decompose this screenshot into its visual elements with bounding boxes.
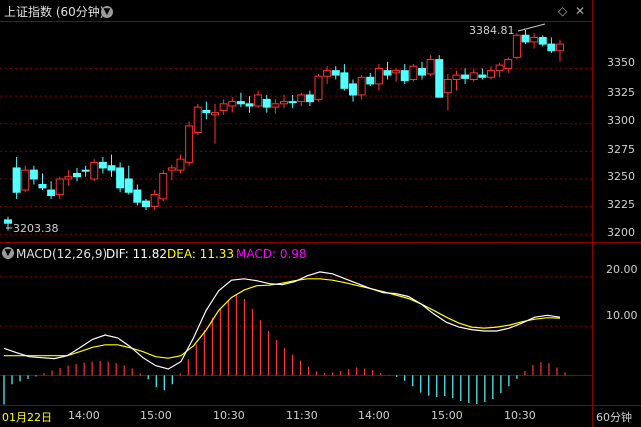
candle-body [107,165,116,171]
candle-body [409,65,418,80]
candle-body [392,70,401,74]
candle-body [487,70,495,78]
candle-body [38,184,47,189]
candle-body [547,43,556,52]
candle-body [426,59,435,75]
candle-body [521,34,530,43]
candle-body [288,101,297,104]
candle-body [176,158,185,171]
candle-body [418,67,426,76]
candle-body [254,94,263,107]
candle-body [202,109,211,114]
candle-body [366,76,375,85]
candle-body [55,178,64,195]
candle-body [297,94,306,103]
low-price-annotation: 3203.38 [13,222,59,235]
candle-body [478,74,487,78]
candle-body [305,94,314,103]
candle-body [538,36,547,45]
time-tick-label: 01月22日 [2,411,52,424]
price-tick-label: 3275 [607,143,635,156]
macd-value: MACD: 0.98 [236,247,307,261]
price-tick-label: 3250 [607,170,635,183]
candle-body [469,72,478,80]
diamond-icon[interactable]: ◇ [558,4,567,18]
candle-body [228,101,237,107]
price-tick-label: 3350 [607,56,635,69]
candle-body [452,74,461,80]
candle-body [357,76,366,96]
candle-body [167,167,176,171]
candle-body [219,103,228,111]
candle-body [340,72,349,89]
macd-tick-label: 10.00 [606,309,638,322]
candle-body [512,34,521,58]
candle-body [530,36,539,43]
time-tick-label: 15:00 [431,409,463,422]
candle-body [193,106,202,134]
chart-grid [0,0,641,427]
candle-body [81,169,90,172]
chart-title: 上证指数 (60分钟) [4,5,105,19]
dif-value: DIF: 11.82 [106,247,167,261]
candle-body [73,172,81,178]
macd-tick-label: 20.00 [606,263,638,276]
candle-body [245,103,254,107]
time-tick-label: 14:00 [68,409,100,422]
price-tick-label: 3300 [607,114,635,127]
candle-body [443,78,452,94]
candle-body [116,167,125,189]
period-label[interactable]: 60分钟 [596,409,632,425]
candle-body [461,74,470,79]
chart-background [0,0,641,427]
candle-body [504,59,513,69]
candle-body [124,178,133,193]
candle-body [262,98,271,108]
candle-body [236,101,245,105]
time-tick-label: 11:30 [286,409,318,422]
candle-body [331,70,340,76]
high-price-annotation: 3384.81 [469,24,515,37]
candle-body [495,64,504,72]
time-tick-label: 14:00 [358,409,390,422]
price-tick-label: 3225 [607,198,635,211]
dea-value: DEA: 11.33 [167,247,235,261]
price-tick-label: 3200 [607,226,635,239]
time-tick-label: 10:30 [504,409,536,422]
candle-body [349,83,357,96]
time-tick-label: 15:00 [140,409,172,422]
candle-body [150,193,159,208]
candle-body [556,43,564,52]
candle-body [4,219,12,224]
candle-body [12,167,21,193]
candle-body [314,75,323,100]
candle-body [98,161,107,169]
candle-body [271,103,280,108]
time-tick-label: 10:30 [213,409,245,422]
candle-body [159,172,168,200]
candle-body [374,67,383,85]
candle-body [280,101,288,105]
candle-body [211,112,219,116]
candle-body [64,176,73,180]
candle-body [142,200,150,208]
indicator-dropdown-icon[interactable]: ▼ [2,247,14,259]
candle-body [90,161,99,180]
price-tick-label: 3325 [607,86,635,99]
candle-body [185,125,194,163]
macd-indicator-label[interactable]: MACD(12,26,9) [16,247,107,261]
candle-body [435,59,444,98]
candle-body [323,70,332,77]
candle-body [383,70,392,76]
close-icon[interactable]: ✕ [575,4,585,18]
candle-body [47,189,56,197]
stock-chart[interactable] [0,0,641,427]
title-dropdown-icon[interactable]: ▼ [101,6,113,18]
candle-body [400,70,409,82]
candle-body [29,169,38,180]
candle-body [133,189,142,203]
candle-body [21,169,30,191]
